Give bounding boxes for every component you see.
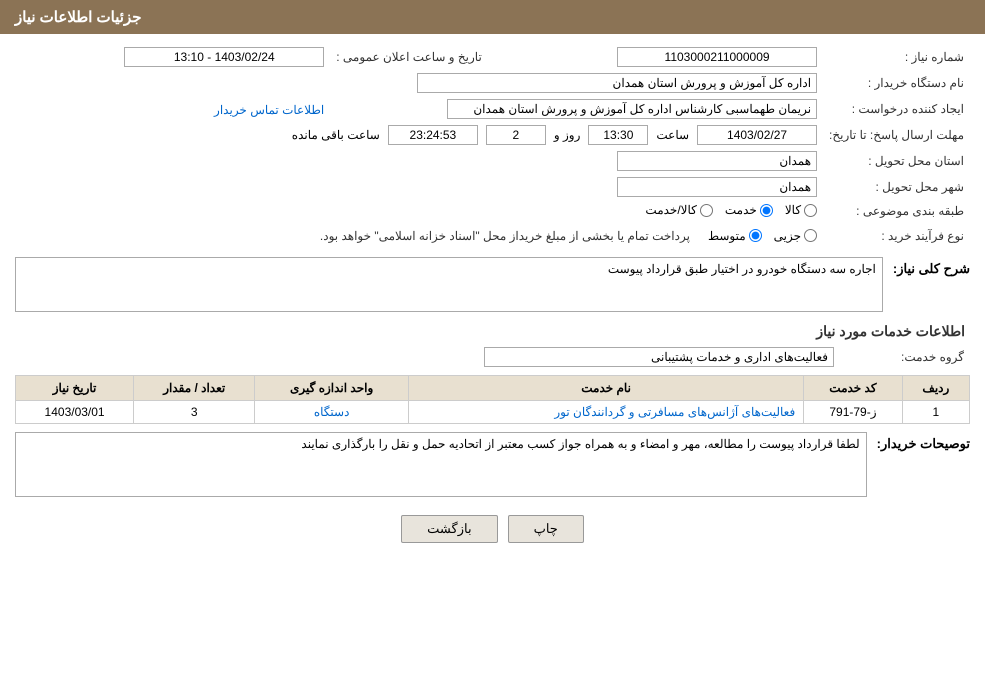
date-announce-cell: [15, 44, 330, 70]
cell-quantity: 3: [134, 400, 255, 423]
service-group-input[interactable]: [484, 347, 834, 367]
cell-unit: دستگاه: [255, 400, 409, 423]
time-label: ساعت: [656, 128, 689, 142]
services-table-header-row: ردیف کد خدمت نام خدمت واحد اندازه گیری ت…: [16, 375, 970, 400]
services-table: ردیف کد خدمت نام خدمت واحد اندازه گیری ت…: [15, 375, 970, 424]
purchase-radio-partial[interactable]: [804, 229, 817, 242]
contact-link[interactable]: اطلاعات تماس خریدار: [214, 103, 324, 117]
row-province: استان محل تحویل :: [15, 148, 970, 174]
main-content: شماره نیاز : تاریخ و ساعت اعلان عمومی : …: [0, 34, 985, 568]
cell-row-num: 1: [902, 400, 969, 423]
purchase-type-label: نوع فرآیند خرید :: [823, 223, 970, 249]
purchase-type-partial[interactable]: جزیی: [774, 229, 817, 243]
buyer-name-input[interactable]: [417, 73, 817, 93]
category-label: طبقه بندی موضوعی :: [823, 200, 970, 223]
col-quantity: تعداد / مقدار: [134, 375, 255, 400]
need-desc-label: شرح کلی نیاز:: [893, 257, 970, 277]
province-cell: [15, 148, 823, 174]
deadline-time-input[interactable]: [588, 125, 648, 145]
buyer-notes-section: توصیحات خریدار: لطفا قرارداد پیوست را مط…: [15, 432, 970, 500]
province-input[interactable]: [617, 151, 817, 171]
buyer-notes-wrapper: لطفا قرارداد پیوست را مطالعه، مهر و امضا…: [15, 432, 867, 500]
purchase-note: پرداخت تمام یا بخشی از مبلغ خریداز محل "…: [314, 226, 696, 246]
city-input[interactable]: [617, 177, 817, 197]
category-option-both[interactable]: کالا/خدمت: [645, 203, 712, 217]
form-table: شماره نیاز : تاریخ و ساعت اعلان عمومی : …: [15, 44, 970, 249]
page-header: جزئیات اطلاعات نیاز: [0, 0, 985, 34]
col-date: تاریخ نیاز: [16, 375, 134, 400]
category-option-service[interactable]: خدمت: [725, 203, 773, 217]
back-button[interactable]: بازگشت: [401, 515, 497, 543]
deadline-cell: ساعت روز و ساعت باقی مانده: [15, 122, 823, 148]
service-group-cell: [15, 344, 840, 370]
deadline-label: مهلت ارسال پاسخ: تا تاریخ:: [823, 122, 970, 148]
need-number-cell: [508, 44, 823, 70]
city-cell: [15, 174, 823, 200]
row-category: طبقه بندی موضوعی : کالا خدمت کالا/خدمت: [15, 200, 970, 223]
service-group-table: گروه خدمت:: [15, 344, 970, 370]
buyer-notes-label: توصیحات خریدار:: [877, 432, 970, 452]
deadline-row: ساعت روز و ساعت باقی مانده: [21, 125, 817, 145]
deadline-date-input[interactable]: [697, 125, 817, 145]
service-group-label: گروه خدمت:: [840, 344, 970, 370]
category-option-goods[interactable]: کالا: [785, 203, 817, 217]
need-desc-wrapper: اجاره سه دستگاه خودرو در اختیار طبق قرار…: [15, 257, 883, 315]
province-label: استان محل تحویل :: [823, 148, 970, 174]
creator-label: ایجاد کننده درخواست :: [823, 96, 970, 122]
category-radio-service[interactable]: [760, 204, 773, 217]
service-group-row: گروه خدمت:: [15, 344, 970, 370]
row-need-number: شماره نیاز : تاریخ و ساعت اعلان عمومی :: [15, 44, 970, 70]
print-button[interactable]: چاپ: [508, 515, 584, 543]
buyer-notes-textarea[interactable]: لطفا قرارداد پیوست را مطالعه، مهر و امضا…: [15, 432, 867, 497]
button-container: چاپ بازگشت: [15, 500, 970, 558]
table-row: 1 ز-79-791 فعالیت‌های آژانس‌های مسافرتی …: [16, 400, 970, 423]
purchase-radio-medium[interactable]: [749, 229, 762, 242]
cell-service-code: ز-79-791: [804, 400, 903, 423]
buyer-name-label: نام دستگاه خریدار :: [823, 70, 970, 96]
col-unit: واحد اندازه گیری: [255, 375, 409, 400]
category-radio-both[interactable]: [700, 204, 713, 217]
col-row-num: ردیف: [902, 375, 969, 400]
buyer-name-cell: [15, 70, 823, 96]
row-creator: ایجاد کننده درخواست : اطلاعات تماس خریدا…: [15, 96, 970, 122]
deadline-day-input[interactable]: [486, 125, 546, 145]
need-number-input[interactable]: [617, 47, 817, 67]
category-cell: کالا خدمت کالا/خدمت: [15, 200, 823, 223]
page-title: جزئیات اطلاعات نیاز: [15, 9, 142, 26]
cell-date: 1403/03/01: [16, 400, 134, 423]
cell-service-name: فعالیت‌های آژانس‌های مسافرتی و گردانندگا…: [408, 400, 803, 423]
page-wrapper: جزئیات اطلاعات نیاز شماره نیاز : تاریخ و…: [0, 0, 985, 691]
date-announce-label: تاریخ و ساعت اعلان عمومی :: [330, 44, 488, 70]
city-label: شهر محل تحویل :: [823, 174, 970, 200]
row-city: شهر محل تحویل :: [15, 174, 970, 200]
col-service-name: نام خدمت: [408, 375, 803, 400]
category-radio-group: کالا خدمت کالا/خدمت: [645, 203, 817, 217]
date-announce-input[interactable]: [124, 47, 324, 67]
purchase-type-medium[interactable]: متوسط: [708, 229, 762, 243]
row-deadline: مهلت ارسال پاسخ: تا تاریخ: ساعت روز و سا…: [15, 122, 970, 148]
col-service-code: کد خدمت: [804, 375, 903, 400]
creator-input[interactable]: [447, 99, 817, 119]
remaining-label: ساعت باقی مانده: [292, 128, 380, 142]
creator-cell: [330, 96, 823, 122]
day-label: روز و: [554, 128, 581, 142]
deadline-remaining-input[interactable]: [388, 125, 478, 145]
need-desc-textarea[interactable]: اجاره سه دستگاه خودرو در اختیار طبق قرار…: [15, 257, 883, 312]
services-table-body: 1 ز-79-791 فعالیت‌های آژانس‌های مسافرتی …: [16, 400, 970, 423]
category-radio-goods[interactable]: [804, 204, 817, 217]
need-desc-section: شرح کلی نیاز: اجاره سه دستگاه خودرو در ا…: [15, 257, 970, 315]
purchase-type-cell: جزیی متوسط پرداخت تمام یا بخشی از مبلغ خ…: [15, 223, 823, 249]
purchase-type-radio-group: جزیی متوسط پرداخت تمام یا بخشی از مبلغ خ…: [314, 226, 817, 246]
need-number-label: شماره نیاز :: [823, 44, 970, 70]
services-section-title: اطلاعات خدمات مورد نیاز: [15, 315, 970, 344]
row-purchase-type: نوع فرآیند خرید : جزیی متوسط پرداخت تمام…: [15, 223, 970, 249]
row-buyer-name: نام دستگاه خریدار :: [15, 70, 970, 96]
services-table-head: ردیف کد خدمت نام خدمت واحد اندازه گیری ت…: [16, 375, 970, 400]
